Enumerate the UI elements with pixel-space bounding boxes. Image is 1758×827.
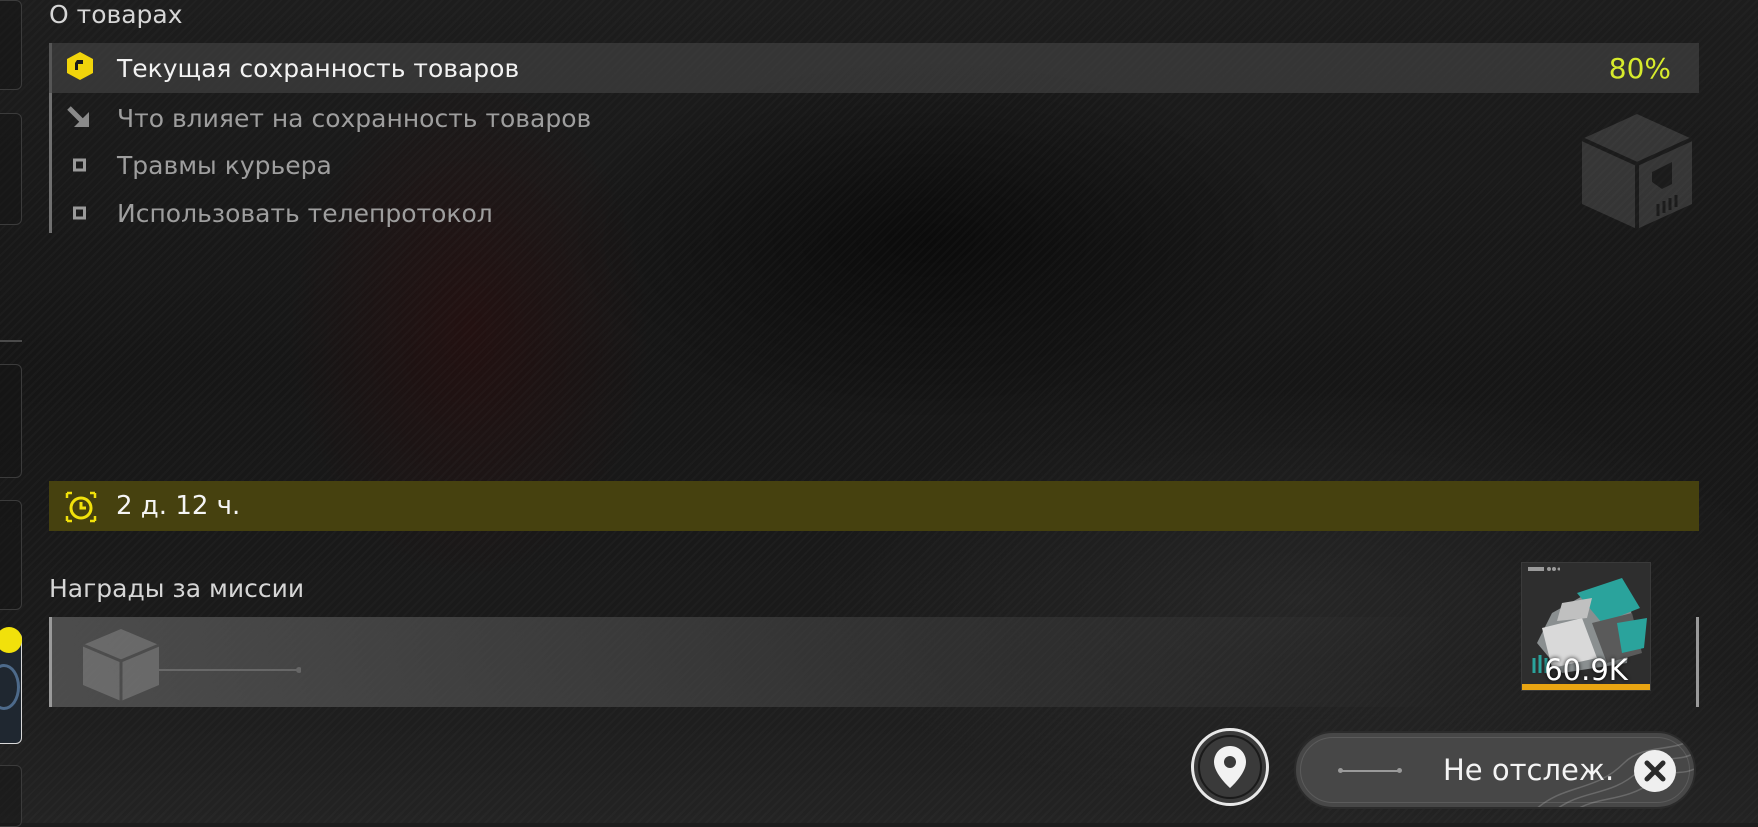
cargo-ghost-icon (71, 623, 302, 705)
integrity-label: Текущая сохранность товаров (117, 53, 520, 83)
cargo-box-watermark-icon (1572, 104, 1702, 238)
side-tab-3[interactable] (0, 364, 22, 478)
location-button[interactable] (1191, 728, 1269, 806)
checkbox-icon (73, 158, 86, 172)
tracking-toggle[interactable]: Не отслеж. (1294, 731, 1696, 809)
reward-rarity-bar (1522, 684, 1650, 690)
timer-value: 2 д. 12 ч. (116, 491, 241, 521)
rarity-dots (1528, 567, 1560, 571)
checkbox-icon (73, 206, 86, 220)
side-tab-divider (0, 340, 22, 342)
factors-heading: Что влияет на сохранность товаров (117, 103, 592, 133)
clock-icon (65, 491, 97, 527)
section-title-goods: О товарах (49, 0, 183, 29)
cargo-hex-icon (65, 51, 95, 85)
integrity-row[interactable]: Текущая сохранность товаров 80% (49, 43, 1699, 93)
reward-item[interactable]: 60.9K (1521, 562, 1651, 691)
factor-item-label: Травмы курьера (117, 150, 332, 180)
side-tab-1[interactable] (0, 0, 22, 90)
factor-item-label: Использовать телепротокол (117, 198, 493, 228)
side-tab-5[interactable] (0, 765, 22, 827)
side-tab-2[interactable] (0, 113, 22, 225)
integrity-value: 80% (1608, 51, 1671, 85)
rewards-bar-right-edge (1696, 617, 1699, 707)
section-title-rewards: Награды за миссии (49, 574, 305, 603)
route-line-icon (1338, 768, 1402, 773)
rewards-bar (49, 617, 1699, 707)
close-icon[interactable] (1634, 750, 1676, 792)
side-tab-4[interactable] (0, 500, 22, 610)
arrow-down-right-icon (65, 102, 93, 134)
reward-amount: 60.9K (1544, 653, 1628, 687)
timer-bar: 2 д. 12 ч. (49, 481, 1699, 531)
map-pin-icon (1214, 746, 1246, 788)
rewards-bar-left-edge (49, 617, 52, 707)
tracking-status: Не отслеж. (1443, 753, 1615, 787)
